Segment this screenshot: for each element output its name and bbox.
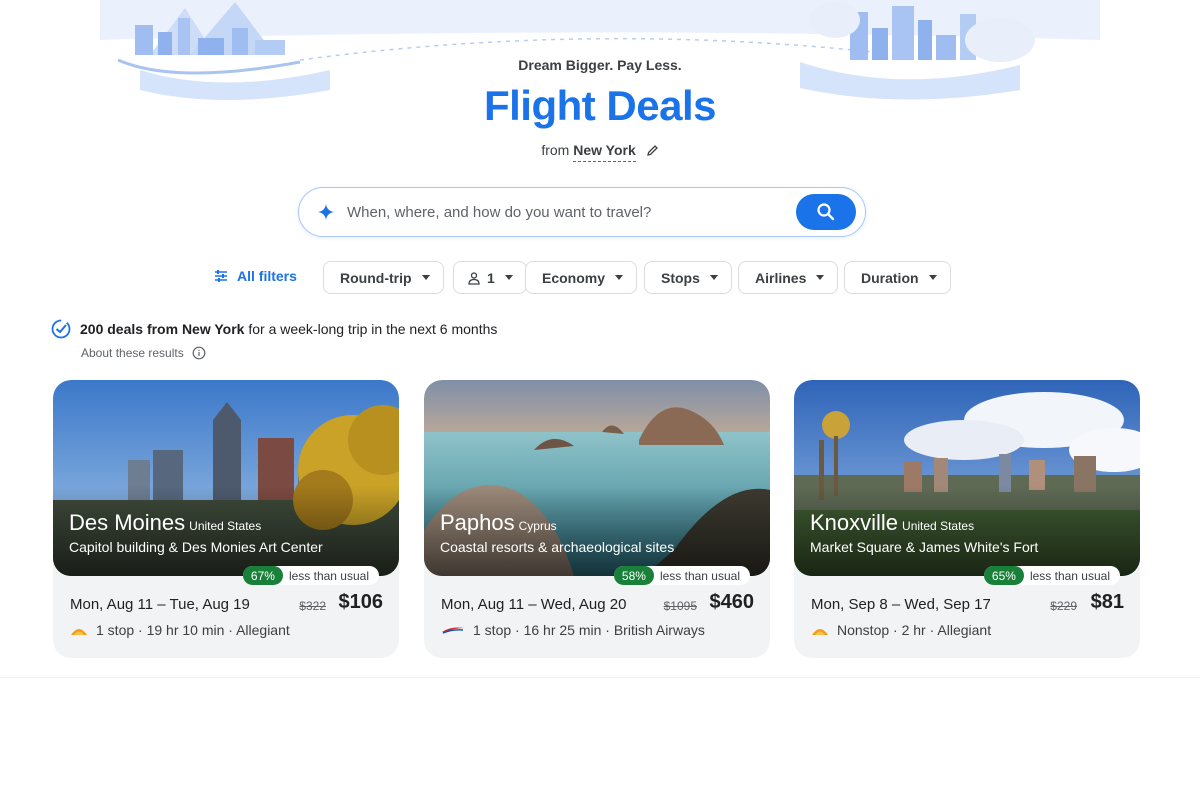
usual-price: $322 [299, 599, 326, 613]
trip-type-dropdown[interactable]: Round-trip [323, 261, 444, 294]
destination-subtitle: Market Square & James White's Fort [810, 539, 1039, 555]
airlines-dropdown[interactable]: Airlines [738, 261, 839, 294]
edit-pencil-icon[interactable] [646, 144, 659, 160]
savings-percent: 67% [242, 566, 283, 585]
person-icon [468, 271, 480, 285]
all-filters-button[interactable]: All filters [213, 268, 297, 284]
about-results-label: About these results [81, 346, 184, 360]
page-title: Flight Deals [483, 82, 717, 129]
destination-city: Paphos Cyprus [440, 510, 557, 535]
results-description: for a week-long trip in the next 6 month… [248, 321, 498, 337]
flight-details: 1 stop · 19 hr 10 min · Allegiant [70, 622, 290, 638]
search-icon [817, 203, 835, 221]
flight-details-text: 1 stop · 16 hr 25 min · British Airways [473, 622, 705, 638]
deal-price: $81 [1090, 591, 1124, 613]
british-airways-icon [442, 627, 464, 634]
destination-country: United States [189, 519, 262, 533]
savings-badge: 58% less than usual [613, 566, 750, 585]
results-count: 200 deals from New York [80, 321, 245, 337]
all-filters-label: All filters [237, 268, 297, 284]
deal-price: $460 [709, 591, 755, 613]
stops-label: Stops [661, 269, 700, 286]
about-results-link[interactable]: About these results [81, 346, 206, 360]
passengers-dropdown[interactable]: 1 [453, 261, 527, 294]
search-button[interactable] [796, 194, 856, 230]
chevron-down-icon [928, 275, 937, 280]
savings-badge: 67% less than usual [242, 566, 379, 585]
origin-city[interactable]: New York [573, 142, 636, 162]
trip-dates: Mon, Sep 8 – Wed, Sep 17 [811, 596, 991, 613]
destination-subtitle: Capitol building & Des Monies Art Center [69, 539, 323, 555]
filter-bar: All filters Round-trip 1 Economy Stops A… [0, 261, 1200, 295]
passengers-label: 1 [487, 269, 495, 286]
duration-dropdown[interactable]: Duration [844, 261, 951, 294]
savings-label: less than usual [288, 568, 369, 583]
tagline: Dream Bigger. Pay Less. [518, 57, 682, 73]
allegiant-sun-icon [71, 629, 87, 635]
savings-badge: 65% less than usual [983, 566, 1120, 585]
tune-icon [215, 270, 227, 282]
divider [0, 677, 1200, 678]
destination-subtitle: Coastal resorts & archaeological sites [440, 539, 675, 555]
origin-selector[interactable]: from New York [0, 142, 1200, 162]
deal-card[interactable]: Paphos Cyprus Coastal resorts & archaeolo… [424, 380, 770, 658]
savings-label: less than usual [659, 568, 740, 583]
flight-details: Nonstop · 2 hr · Allegiant [811, 622, 991, 638]
trip-dates: Mon, Aug 11 – Wed, Aug 20 [441, 596, 627, 613]
cabin-label: Economy [542, 269, 606, 286]
airlines-label: Airlines [755, 269, 807, 286]
flight-details-text: Nonstop · 2 hr · Allegiant [837, 622, 992, 638]
allegiant-sun-icon [812, 629, 828, 635]
usual-price: $1095 [663, 599, 697, 613]
usual-price: $229 [1050, 599, 1077, 613]
flight-details-text: 1 stop · 19 hr 10 min · Allegiant [96, 622, 290, 638]
deal-price: $106 [338, 591, 384, 613]
savings-percent: 65% [983, 566, 1024, 585]
destination-country: United States [902, 519, 975, 533]
flight-details: 1 stop · 16 hr 25 min · British Airways [441, 622, 705, 638]
origin-prefix: from [541, 142, 570, 158]
search-input[interactable]: When, where, and how do you want to trav… [347, 204, 651, 221]
results-summary: 200 deals from New York for a week-long … [50, 318, 497, 340]
destination-country: Cyprus [518, 519, 557, 533]
chevron-down-icon [421, 275, 430, 280]
destination-city: Knoxville United States [810, 510, 975, 535]
duration-label: Duration [861, 269, 919, 286]
chevron-down-icon [709, 275, 718, 280]
chevron-down-icon [504, 275, 513, 280]
search-box[interactable]: When, where, and how do you want to trav… [298, 187, 866, 237]
destination-city: Des Moines United States [69, 510, 262, 535]
chevron-down-icon [615, 275, 624, 280]
savings-label: less than usual [1029, 568, 1110, 583]
savings-percent: 58% [613, 566, 654, 585]
deal-card[interactable]: Des Moines United States Capitol building… [53, 380, 399, 658]
trip-type-label: Round-trip [340, 269, 412, 286]
sparkle-icon [317, 203, 335, 226]
cabin-dropdown[interactable]: Economy [525, 261, 638, 294]
info-icon[interactable] [192, 346, 206, 360]
trip-dates: Mon, Aug 11 – Tue, Aug 19 [70, 596, 250, 613]
chevron-down-icon [816, 275, 825, 280]
deal-card[interactable]: Knoxville United States Market Square & J… [794, 380, 1140, 658]
stops-dropdown[interactable]: Stops [644, 261, 732, 294]
verified-check-icon [51, 319, 71, 339]
